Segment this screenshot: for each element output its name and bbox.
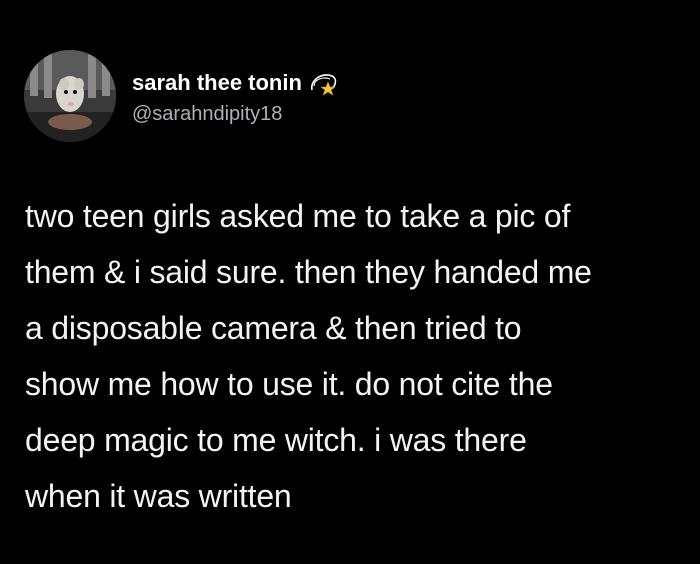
opossum-avatar-image [24, 50, 116, 142]
tweet-text-line: deep magic to me witch. i was there [25, 422, 527, 458]
tweet-text: two teen girls asked me to take a pic of… [25, 188, 693, 524]
tweet-card: sarah thee tonin @sarahndipity18 two tee… [0, 0, 700, 564]
tweet-text-line: them & i said sure. then they handed me [25, 254, 592, 290]
tweet-text-line: when it was written [25, 478, 292, 514]
tweet-text-line: show me how to use it. do not cite the [25, 366, 553, 402]
user-handle[interactable]: @sarahndipity18 [132, 103, 338, 126]
user-names: sarah thee tonin @sarahndipity18 [132, 50, 338, 142]
tweet-text-line: a disposable camera & then tried to [25, 310, 522, 346]
dizzy-star-icon [308, 70, 338, 96]
display-name[interactable]: sarah thee tonin [132, 70, 302, 96]
tweet-text-line: two teen girls asked me to take a pic of [25, 198, 571, 234]
name-row: sarah thee tonin [132, 67, 338, 99]
tweet-header: sarah thee tonin @sarahndipity18 [24, 50, 338, 142]
avatar[interactable] [24, 50, 116, 142]
